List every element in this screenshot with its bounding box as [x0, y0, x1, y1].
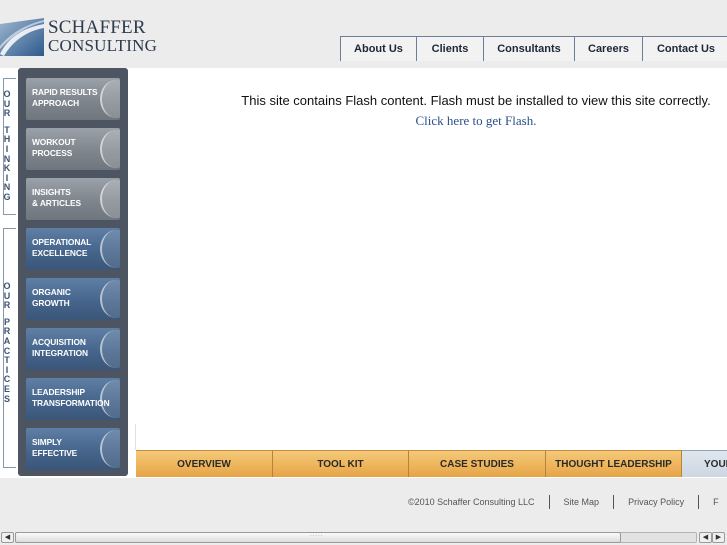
- nav-consultants[interactable]: Consultants: [484, 36, 575, 61]
- flash-required-message: This site contains Flash content. Flash …: [241, 93, 711, 108]
- button-curve-decoration: [100, 130, 120, 168]
- sidebar-item-simply-effective[interactable]: SIMPLY EFFECTIVE: [26, 428, 120, 470]
- vletter: G: [3, 191, 11, 202]
- footer-separator: [698, 495, 700, 509]
- footer-separator: [613, 495, 615, 509]
- scroll-left-icon[interactable]: ◀: [1, 532, 14, 543]
- sidebar-item-label: ACQUISITION INTEGRATION: [32, 337, 88, 358]
- nav-about-us[interactable]: About Us: [341, 36, 417, 61]
- nav-careers[interactable]: Careers: [575, 36, 643, 61]
- sidebar-item-label: ORGANIC GROWTH: [32, 287, 71, 308]
- sidebar-item-label: INSIGHTS & ARTICLES: [32, 187, 81, 208]
- logo-swoosh-icon: [0, 18, 44, 56]
- sidebar-item-leadership-transformation[interactable]: LEADERSHIP TRANSFORMATION: [26, 378, 120, 420]
- tab-tool-kit[interactable]: TOOL KIT: [273, 450, 409, 477]
- tab-case-studies[interactable]: CASE STUDIES: [409, 450, 546, 477]
- horizontal-scrollbar[interactable]: ◀ ::::: ◀ ▶: [0, 530, 727, 545]
- button-curve-decoration: [100, 230, 120, 268]
- our-thinking-label: O U R T H I N K I N G: [0, 89, 14, 203]
- scroll-left-icon[interactable]: ◀: [699, 532, 712, 543]
- sidebar-item-label: OPERATIONAL EXCELLENCE: [32, 237, 92, 258]
- button-curve-decoration: [100, 330, 120, 368]
- button-curve-decoration: [100, 430, 120, 468]
- privacy-policy-link[interactable]: Privacy Policy: [628, 497, 684, 507]
- tab-your[interactable]: YOUR: [682, 450, 727, 477]
- tab-divider: [135, 424, 136, 450]
- scroll-right-icon[interactable]: ▶: [712, 532, 725, 543]
- tab-overview[interactable]: OVERVIEW: [136, 450, 273, 477]
- button-curve-decoration: [100, 80, 120, 118]
- site-map-link[interactable]: Site Map: [564, 497, 600, 507]
- logo-line-2: CONSULTING: [48, 36, 158, 55]
- footer-separator: [548, 495, 550, 509]
- footer-more-link[interactable]: F: [713, 497, 719, 507]
- sidebar-item-acquisition-integration[interactable]: ACQUISITION INTEGRATION: [26, 328, 120, 370]
- button-curve-decoration: [100, 280, 120, 318]
- sidebar-item-label: SIMPLY EFFECTIVE: [32, 437, 78, 458]
- nav-clients[interactable]: Clients: [417, 36, 484, 61]
- nav-contact-us[interactable]: Contact Us: [643, 36, 727, 61]
- top-navigation: About Us Clients Consultants Careers Con…: [340, 36, 727, 61]
- vletter: S: [3, 393, 10, 404]
- sidebar-item-organic-growth[interactable]: ORGANIC GROWTH: [26, 278, 120, 320]
- footer: ©2010 Schaffer Consulting LLC Site Map P…: [408, 495, 719, 509]
- logo[interactable]: SCHAFFER CONSULTING: [0, 14, 165, 58]
- scrollbar-grip-icon: :::::: [310, 532, 324, 538]
- sidebar-item-workout-process[interactable]: WORKOUT PROCESS: [26, 128, 120, 170]
- tab-thought-leadership[interactable]: THOUGHT LEADERSHIP: [546, 450, 682, 477]
- bottom-tabs: OVERVIEW TOOL KIT CASE STUDIES THOUGHT L…: [136, 450, 727, 477]
- header: SCHAFFER CONSULTING About Us Clients Con…: [0, 0, 727, 68]
- sidebar-item-insights-articles[interactable]: INSIGHTS & ARTICLES: [26, 178, 120, 220]
- vletter: R: [3, 108, 11, 119]
- get-flash-link[interactable]: Click here to get Flash.: [228, 113, 724, 129]
- button-curve-decoration: [100, 180, 120, 218]
- page: SCHAFFER CONSULTING About Us Clients Con…: [0, 0, 727, 545]
- our-practices-label: O U R P R A C T I C E S: [0, 281, 14, 404]
- copyright-text: ©2010 Schaffer Consulting LLC: [408, 497, 535, 507]
- sidebar-item-label: RAPID RESULTS APPROACH: [32, 87, 98, 108]
- vletter: R: [3, 300, 11, 311]
- button-curve-decoration: [100, 380, 120, 418]
- sidebar-item-operational-excellence[interactable]: OPERATIONAL EXCELLENCE: [26, 228, 120, 270]
- sidebar-item-rapid-results[interactable]: RAPID RESULTS APPROACH: [26, 78, 120, 120]
- sidebar-item-label: WORKOUT PROCESS: [32, 137, 76, 158]
- sidebar-item-label: LEADERSHIP TRANSFORMATION: [32, 387, 110, 408]
